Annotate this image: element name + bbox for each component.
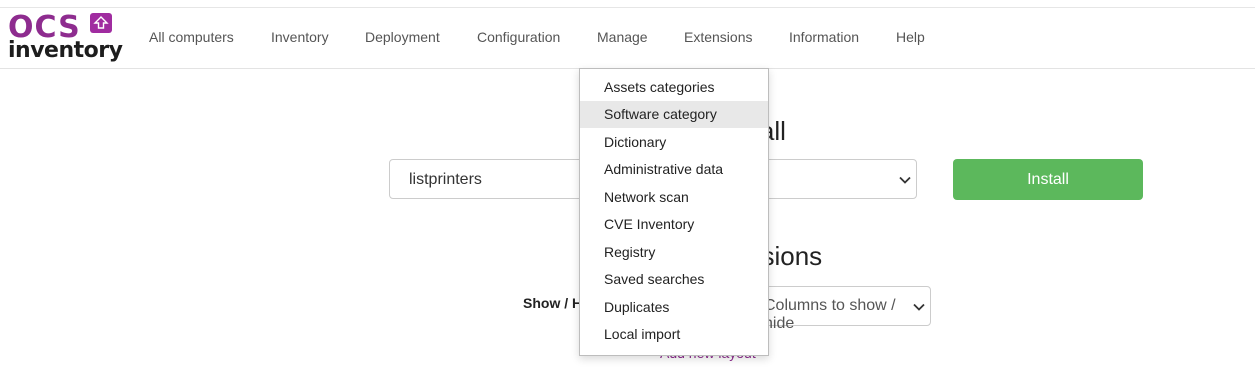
nav-inventory[interactable]: Inventory [271,29,329,45]
chevron-down-icon [913,303,925,311]
nav-help[interactable]: Help [896,29,925,45]
nav-information[interactable]: Information [789,29,859,45]
menu-item-local-import[interactable]: Local import [580,321,768,348]
menu-item-saved-searches[interactable]: Saved searches [580,266,768,293]
menu-item-assets-categories[interactable]: Assets categories [580,74,768,101]
nav-configuration[interactable]: Configuration [477,29,560,45]
menu-item-duplicates[interactable]: Duplicates [580,294,768,321]
nav-extensions[interactable]: Extensions [684,29,752,45]
nav-deployment[interactable]: Deployment [365,29,440,45]
package-select-value: listprinters [409,171,482,188]
ocs-logo[interactable]: OCS inventory [8,11,123,65]
logo-upload-icon [90,13,112,33]
nav-manage[interactable]: Manage [597,29,648,45]
manage-dropdown-menu: Assets categories Software category Dict… [579,68,769,356]
menu-item-software-category[interactable]: Software category [580,101,768,128]
navbar: OCS inventory All computers Inventory De… [0,8,1255,69]
menu-item-cve-inventory[interactable]: CVE Inventory [580,211,768,238]
menu-item-registry[interactable]: Registry [580,239,768,266]
logo-inventory-text: inventory [8,38,123,63]
columns-select-placeholder: Columns to show / hide [764,297,896,332]
chevron-down-icon [899,176,911,184]
install-button[interactable]: Install [953,159,1143,200]
nav-all-computers[interactable]: All computers [149,29,234,45]
menu-item-administrative-data[interactable]: Administrative data [580,156,768,183]
menu-item-dictionary[interactable]: Dictionary [580,129,768,156]
menu-item-network-scan[interactable]: Network scan [580,184,768,211]
